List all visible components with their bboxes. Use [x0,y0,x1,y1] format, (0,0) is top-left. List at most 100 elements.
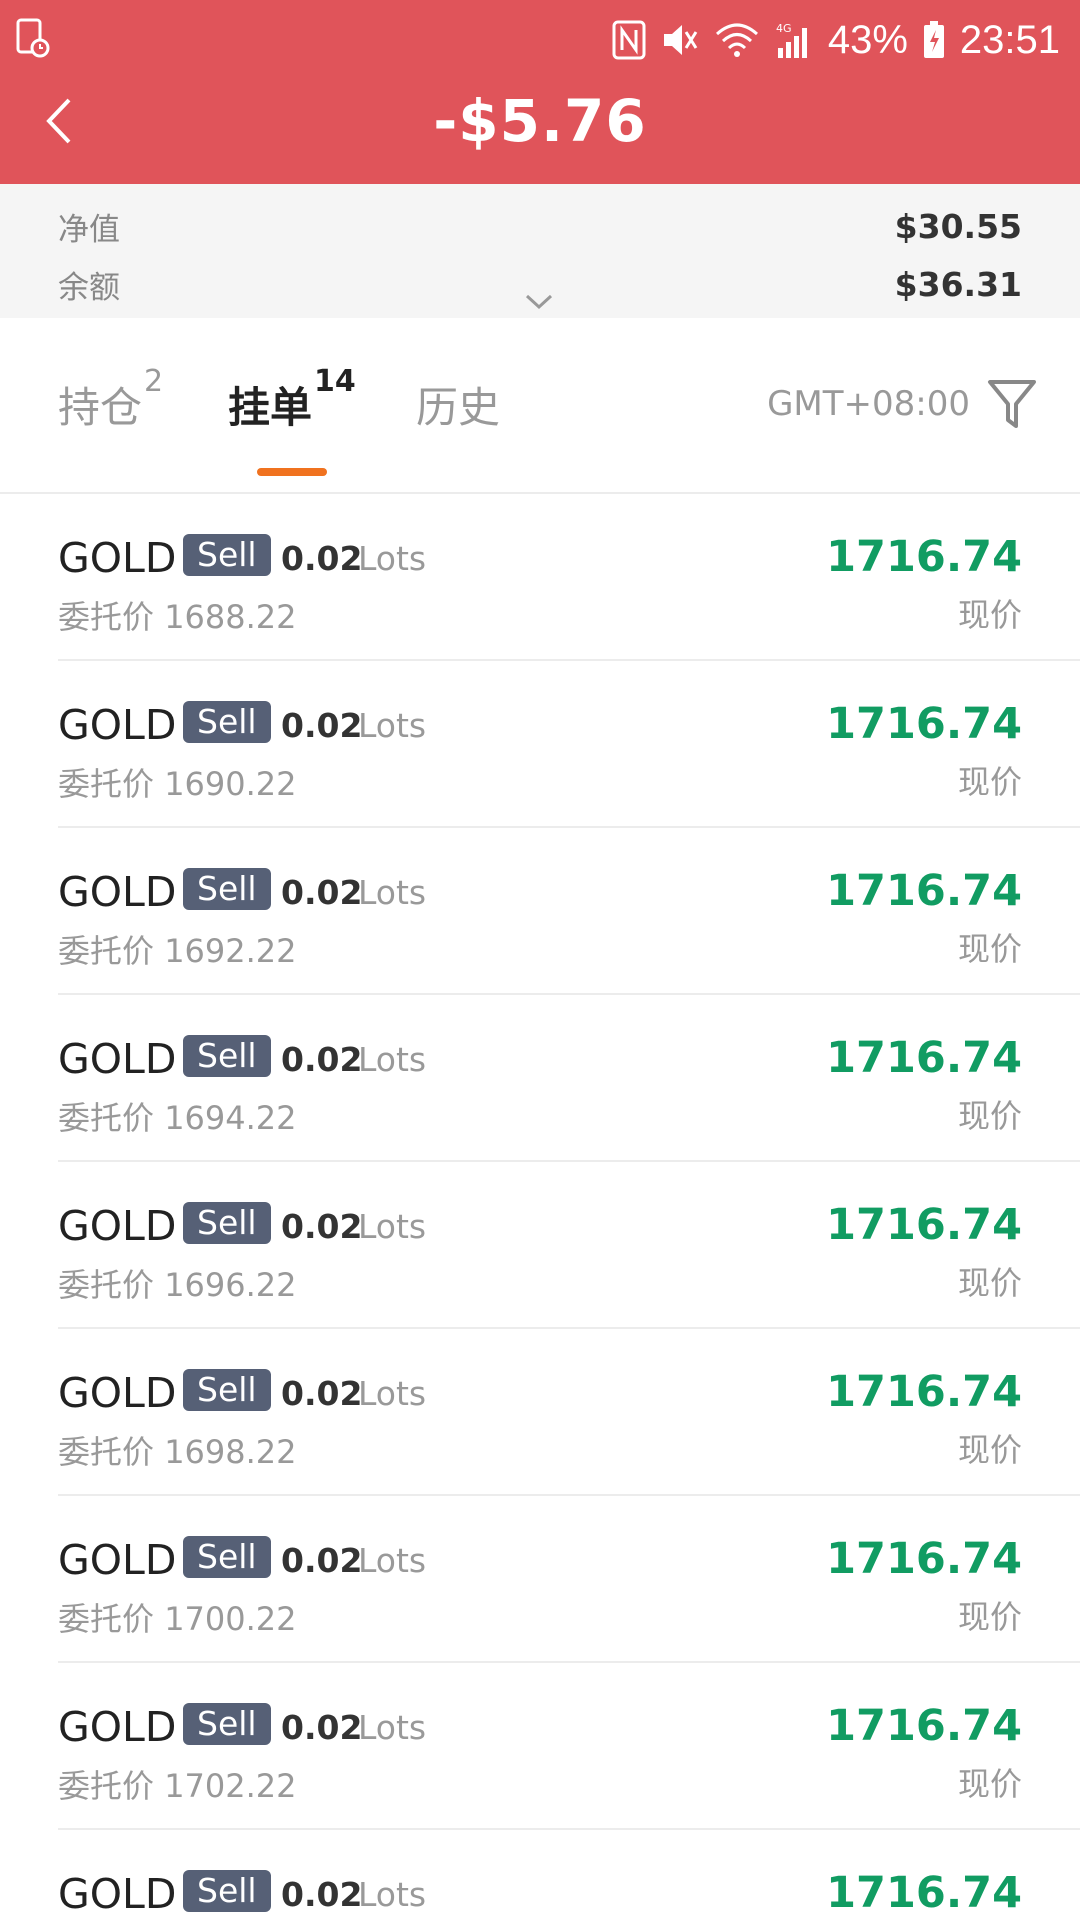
current-price: 1716.74 [826,532,1022,582]
tab-history[interactable]: 历史 [416,374,500,454]
tab-positions[interactable]: 持仓2 [58,364,163,454]
order-price: 1696.22 [164,1266,297,1304]
battery-percent: 43% [827,17,908,62]
nfc-icon [612,20,646,60]
order-price-label: 委托价 [58,1433,155,1471]
tab-positions-label: 持仓 [58,383,143,432]
order-price-label: 委托价 [58,1266,155,1304]
lots-unit: Lots [358,1875,427,1914]
side-badge: Sell [183,1202,271,1244]
order-price-line: 委托价 1700.22 [58,1594,297,1640]
side-badge: Sell [183,1035,271,1077]
current-price-label: 现价 [957,1264,1022,1302]
order-price-label: 委托价 [58,932,155,970]
svg-text:4G: 4G [776,22,792,35]
current-price: 1716.74 [826,1033,1022,1083]
current-price: 1716.74 [826,1701,1022,1751]
order-price: 1700.22 [164,1600,297,1638]
current-price: 1716.74 [826,866,1022,916]
screen-record-icon [16,18,50,58]
order-row[interactable]: GOLD Sell 0.02 Lots 1716.74 [0,1830,1080,1920]
lots-value: 0.02 [281,1374,363,1413]
current-price-label: 现价 [957,763,1022,801]
order-price-line: 委托价 1696.22 [58,1260,297,1306]
net-value: $30.55 [894,206,1022,246]
balance-value: $36.31 [894,264,1022,304]
order-price-label: 委托价 [58,1099,155,1137]
net-value-label: 净值 [58,211,120,248]
balance-label: 余额 [58,269,120,306]
current-price-label: 现价 [957,930,1022,968]
lots-value: 0.02 [281,1207,363,1246]
order-price-label: 委托价 [58,598,155,636]
current-price-label: 现价 [957,1097,1022,1135]
tab-pending-orders-label: 挂单 [228,383,313,432]
lots-unit: Lots [358,1374,427,1413]
order-row[interactable]: GOLD Sell 0.02 Lots 委托价 1700.22 1716.74 … [0,1496,1080,1663]
current-price: 1716.74 [826,1367,1022,1417]
order-price-line: 委托价 1690.22 [58,759,297,805]
side-badge: Sell [183,534,271,576]
side-badge: Sell [183,701,271,743]
account-summary[interactable]: 净值 $30.55 余额 $36.31 [0,184,1080,318]
order-tabs: 持仓2 挂单14 历史 GMT+08:00 [0,318,1080,494]
side-badge: Sell [183,1870,271,1912]
battery-icon [923,21,944,58]
order-row[interactable]: GOLD Sell 0.02 Lots 委托价 1690.22 1716.74 … [0,661,1080,828]
lots-value: 0.02 [281,1541,363,1580]
symbol: GOLD [58,1202,177,1250]
order-row[interactable]: GOLD Sell 0.02 Lots 委托价 1702.22 1716.74 … [0,1663,1080,1830]
symbol: GOLD [58,1870,177,1918]
symbol: GOLD [58,534,177,582]
lots-value: 0.02 [281,873,363,912]
current-price-label: 现价 [957,596,1022,634]
order-price: 1694.22 [164,1099,297,1137]
symbol: GOLD [58,1536,177,1584]
tab-pending-orders-count: 14 [314,364,356,399]
tab-history-label: 历史 [416,383,501,432]
lots-unit: Lots [358,873,427,912]
order-price: 1688.22 [164,598,297,636]
tab-pending-orders[interactable]: 挂单14 [228,364,356,454]
symbol: GOLD [58,1369,177,1417]
order-price-label: 委托价 [58,765,155,803]
app-header: 4G 43% 23:51 -$5.76 [0,0,1080,184]
order-row[interactable]: GOLD Sell 0.02 Lots 委托价 1688.22 1716.74 … [0,494,1080,661]
order-price: 1692.22 [164,932,297,970]
lots-unit: Lots [358,539,427,578]
current-price: 1716.74 [826,1534,1022,1584]
tab-positions-count: 2 [144,364,164,399]
side-badge: Sell [183,1536,271,1578]
floating-pnl: -$5.76 [433,87,647,155]
status-bar: 4G 43% 23:51 [0,0,1080,80]
order-price-label: 委托价 [58,1767,155,1805]
current-price: 1716.74 [826,1868,1022,1918]
order-row[interactable]: GOLD Sell 0.02 Lots 委托价 1698.22 1716.74 … [0,1329,1080,1496]
order-row[interactable]: GOLD Sell 0.02 Lots 委托价 1694.22 1716.74 … [0,995,1080,1162]
clock: 23:51 [959,17,1060,62]
current-price: 1716.74 [826,1200,1022,1250]
symbol: GOLD [58,1035,177,1083]
lots-unit: Lots [358,706,427,745]
chevron-down-icon[interactable] [523,292,555,312]
symbol: GOLD [58,1703,177,1751]
side-badge: Sell [183,1703,271,1745]
wifi-icon [715,23,758,57]
current-price-label: 现价 [957,1765,1022,1803]
symbol: GOLD [58,701,177,749]
mute-icon [663,25,698,55]
order-price: 1698.22 [164,1433,297,1471]
order-row[interactable]: GOLD Sell 0.02 Lots 委托价 1692.22 1716.74 … [0,828,1080,995]
order-row[interactable]: GOLD Sell 0.02 Lots 委托价 1696.22 1716.74 … [0,1162,1080,1329]
order-price-line: 委托价 1688.22 [58,592,297,638]
symbol: GOLD [58,868,177,916]
side-badge: Sell [183,868,271,910]
signal-4g-icon: 4G [776,22,807,58]
lots-unit: Lots [358,1708,427,1747]
order-price-line: 委托价 1698.22 [58,1427,297,1473]
lots-unit: Lots [358,1541,427,1580]
order-price: 1702.22 [164,1767,297,1805]
filter-icon[interactable] [986,376,1038,432]
lots-value: 0.02 [281,706,363,745]
lots-unit: Lots [358,1040,427,1079]
